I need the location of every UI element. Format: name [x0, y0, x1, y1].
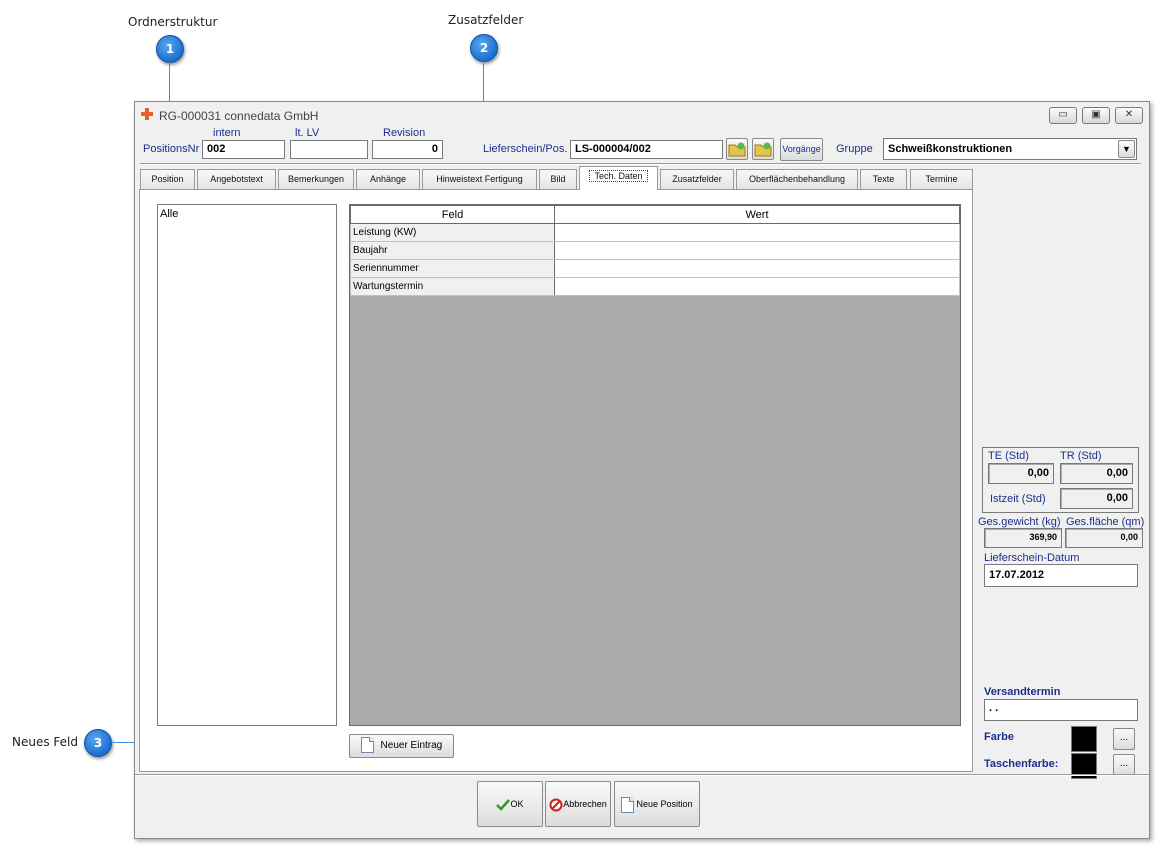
ok-button[interactable]: OK: [477, 781, 543, 827]
revision-label: Revision: [383, 127, 426, 139]
gruppe-select[interactable]: Schweißkonstruktionen ▼: [883, 138, 1137, 160]
versandtermin-field[interactable]: . .: [984, 699, 1138, 721]
table-row[interactable]: Seriennummer: [350, 259, 960, 278]
gruppe-label: Gruppe: [836, 143, 873, 155]
callout-bubble-1: 1: [156, 35, 184, 63]
new-entry-label: Neuer Eintrag: [380, 740, 443, 751]
taschenfarbe-picker-button[interactable]: ...: [1113, 754, 1135, 776]
callout-bubble-3: 3: [84, 729, 112, 757]
table-row[interactable]: Baujahr: [350, 241, 960, 260]
abbrechen-label: Abbrechen: [563, 799, 607, 809]
footer-divider: [135, 774, 1149, 776]
vorgaenge-button[interactable]: Vorgänge: [780, 138, 823, 161]
revision-field[interactable]: 0: [372, 140, 443, 159]
field-value-cell[interactable]: [554, 223, 960, 242]
fields-grid[interactable]: Feld Wert Leistung (KW) Baujahr Seriennu…: [349, 204, 961, 726]
times-group: TE (Std) TR (Std) 0,00 0,00 Istzeit (Std…: [982, 447, 1139, 513]
neue-position-label: Neue Position: [636, 799, 693, 809]
column-header-feld[interactable]: Feld: [350, 205, 555, 224]
new-document-icon: [360, 737, 374, 754]
folder-tree[interactable]: Alle: [157, 204, 337, 726]
callout-label-zusatzfelder: Zusatzfelder: [448, 13, 524, 27]
tab-termine[interactable]: Termine: [910, 169, 973, 189]
field-value-cell[interactable]: [554, 259, 960, 278]
taschenfarbe-label: Taschenfarbe:: [984, 758, 1059, 770]
tab-hinweistext-fertigung[interactable]: Hinweistext Fertigung: [422, 169, 537, 189]
intern-field[interactable]: 002: [202, 140, 285, 159]
tab-oberflaechenbehandlung[interactable]: Oberflächenbehandlung: [736, 169, 858, 189]
tab-tech-daten[interactable]: Tech. Daten: [579, 166, 658, 190]
tab-tech-daten-label: Tech. Daten: [589, 170, 648, 182]
window-title: RG-000031 connedata GmbH: [159, 109, 319, 123]
checkmark-icon: [496, 798, 511, 811]
farbe-label: Farbe: [984, 731, 1014, 743]
tab-bemerkungen[interactable]: Bemerkungen: [278, 169, 354, 189]
open-folder-button[interactable]: [726, 138, 748, 160]
farbe-swatch: [1071, 726, 1097, 752]
neue-position-button[interactable]: Neue Position: [614, 781, 700, 827]
abbrechen-button[interactable]: Abbrechen: [545, 781, 611, 827]
istzeit-label: Istzeit (Std): [990, 493, 1046, 505]
field-name-cell: Seriennummer: [350, 259, 555, 278]
lieferschein-datum-field[interactable]: 17.07.2012: [984, 564, 1138, 587]
tab-texte[interactable]: Texte: [860, 169, 907, 189]
folder-icon: [728, 142, 746, 157]
column-header-wert[interactable]: Wert: [554, 205, 960, 224]
tab-position[interactable]: Position: [140, 169, 195, 189]
new-document-icon: [621, 796, 635, 813]
field-value-cell[interactable]: [554, 241, 960, 260]
lieferschein-datum-label: Lieferschein-Datum: [984, 552, 1080, 564]
header-divider: [140, 163, 1141, 165]
intern-label: intern: [213, 127, 241, 139]
flaeche-label: Ges.fläche (qm): [1066, 516, 1145, 528]
gruppe-value: Schweißkonstruktionen: [888, 143, 1013, 155]
field-name-cell: Leistung (KW): [350, 223, 555, 242]
istzeit-value: 0,00: [1060, 488, 1133, 509]
positionsnr-label: PositionsNr: [143, 143, 200, 155]
table-row[interactable]: Leistung (KW): [350, 223, 960, 242]
tab-zusatzfelder[interactable]: Zusatzfelder: [660, 169, 734, 189]
field-name-cell: Baujahr: [350, 241, 555, 260]
lieferschein-label: Lieferschein/Pos.: [483, 143, 568, 155]
flaeche-value: 0,00: [1065, 528, 1143, 548]
app-cross-icon: [141, 108, 153, 120]
callout-bubble-2: 2: [470, 34, 498, 62]
chevron-down-icon[interactable]: ▼: [1118, 140, 1135, 158]
ltlv-label: lt. LV: [295, 127, 320, 139]
gewicht-label: Ges.gewicht (kg): [978, 516, 1061, 528]
folder-icon: [754, 142, 772, 157]
restore-button[interactable]: ▣: [1082, 107, 1110, 124]
lieferschein-field[interactable]: LS-000004/002: [570, 140, 723, 159]
tech-daten-panel: Alle Feld Wert Leistung (KW) Baujahr Ser…: [139, 189, 973, 772]
tab-bild[interactable]: Bild: [539, 169, 577, 189]
minimize-button[interactable]: ▭: [1049, 107, 1077, 124]
versandtermin-label: Versandtermin: [984, 686, 1061, 698]
tab-anhaenge[interactable]: Anhänge: [356, 169, 420, 189]
te-label: TE (Std): [988, 450, 1029, 462]
position-window: RG-000031 connedata GmbH ▭ ▣ ✕ intern lt…: [134, 101, 1150, 839]
tr-value: 0,00: [1060, 463, 1133, 484]
close-button[interactable]: ✕: [1115, 107, 1143, 124]
title-bar: RG-000031 connedata GmbH ▭ ▣ ✕: [135, 102, 1149, 128]
open-folder-button-2[interactable]: [752, 138, 774, 160]
new-entry-button[interactable]: Neuer Eintrag: [349, 734, 454, 758]
field-value-cell[interactable]: [554, 277, 960, 296]
table-row[interactable]: Wartungstermin: [350, 277, 960, 296]
te-value: 0,00: [988, 463, 1054, 484]
farbe-picker-button[interactable]: ...: [1113, 728, 1135, 750]
gewicht-value: 369,90: [984, 528, 1062, 548]
cancel-icon: [549, 798, 563, 812]
callout-label-neues-feld: Neues Feld: [12, 735, 78, 749]
ltlv-field[interactable]: [290, 140, 368, 159]
tree-item-alle[interactable]: Alle: [160, 208, 334, 220]
field-name-cell: Wartungstermin: [350, 277, 555, 296]
tab-angebotstext[interactable]: Angebotstext: [197, 169, 276, 189]
ok-label: OK: [510, 799, 524, 809]
callout-label-ordnerstruktur: Ordnerstruktur: [128, 15, 218, 29]
tr-label: TR (Std): [1060, 450, 1102, 462]
